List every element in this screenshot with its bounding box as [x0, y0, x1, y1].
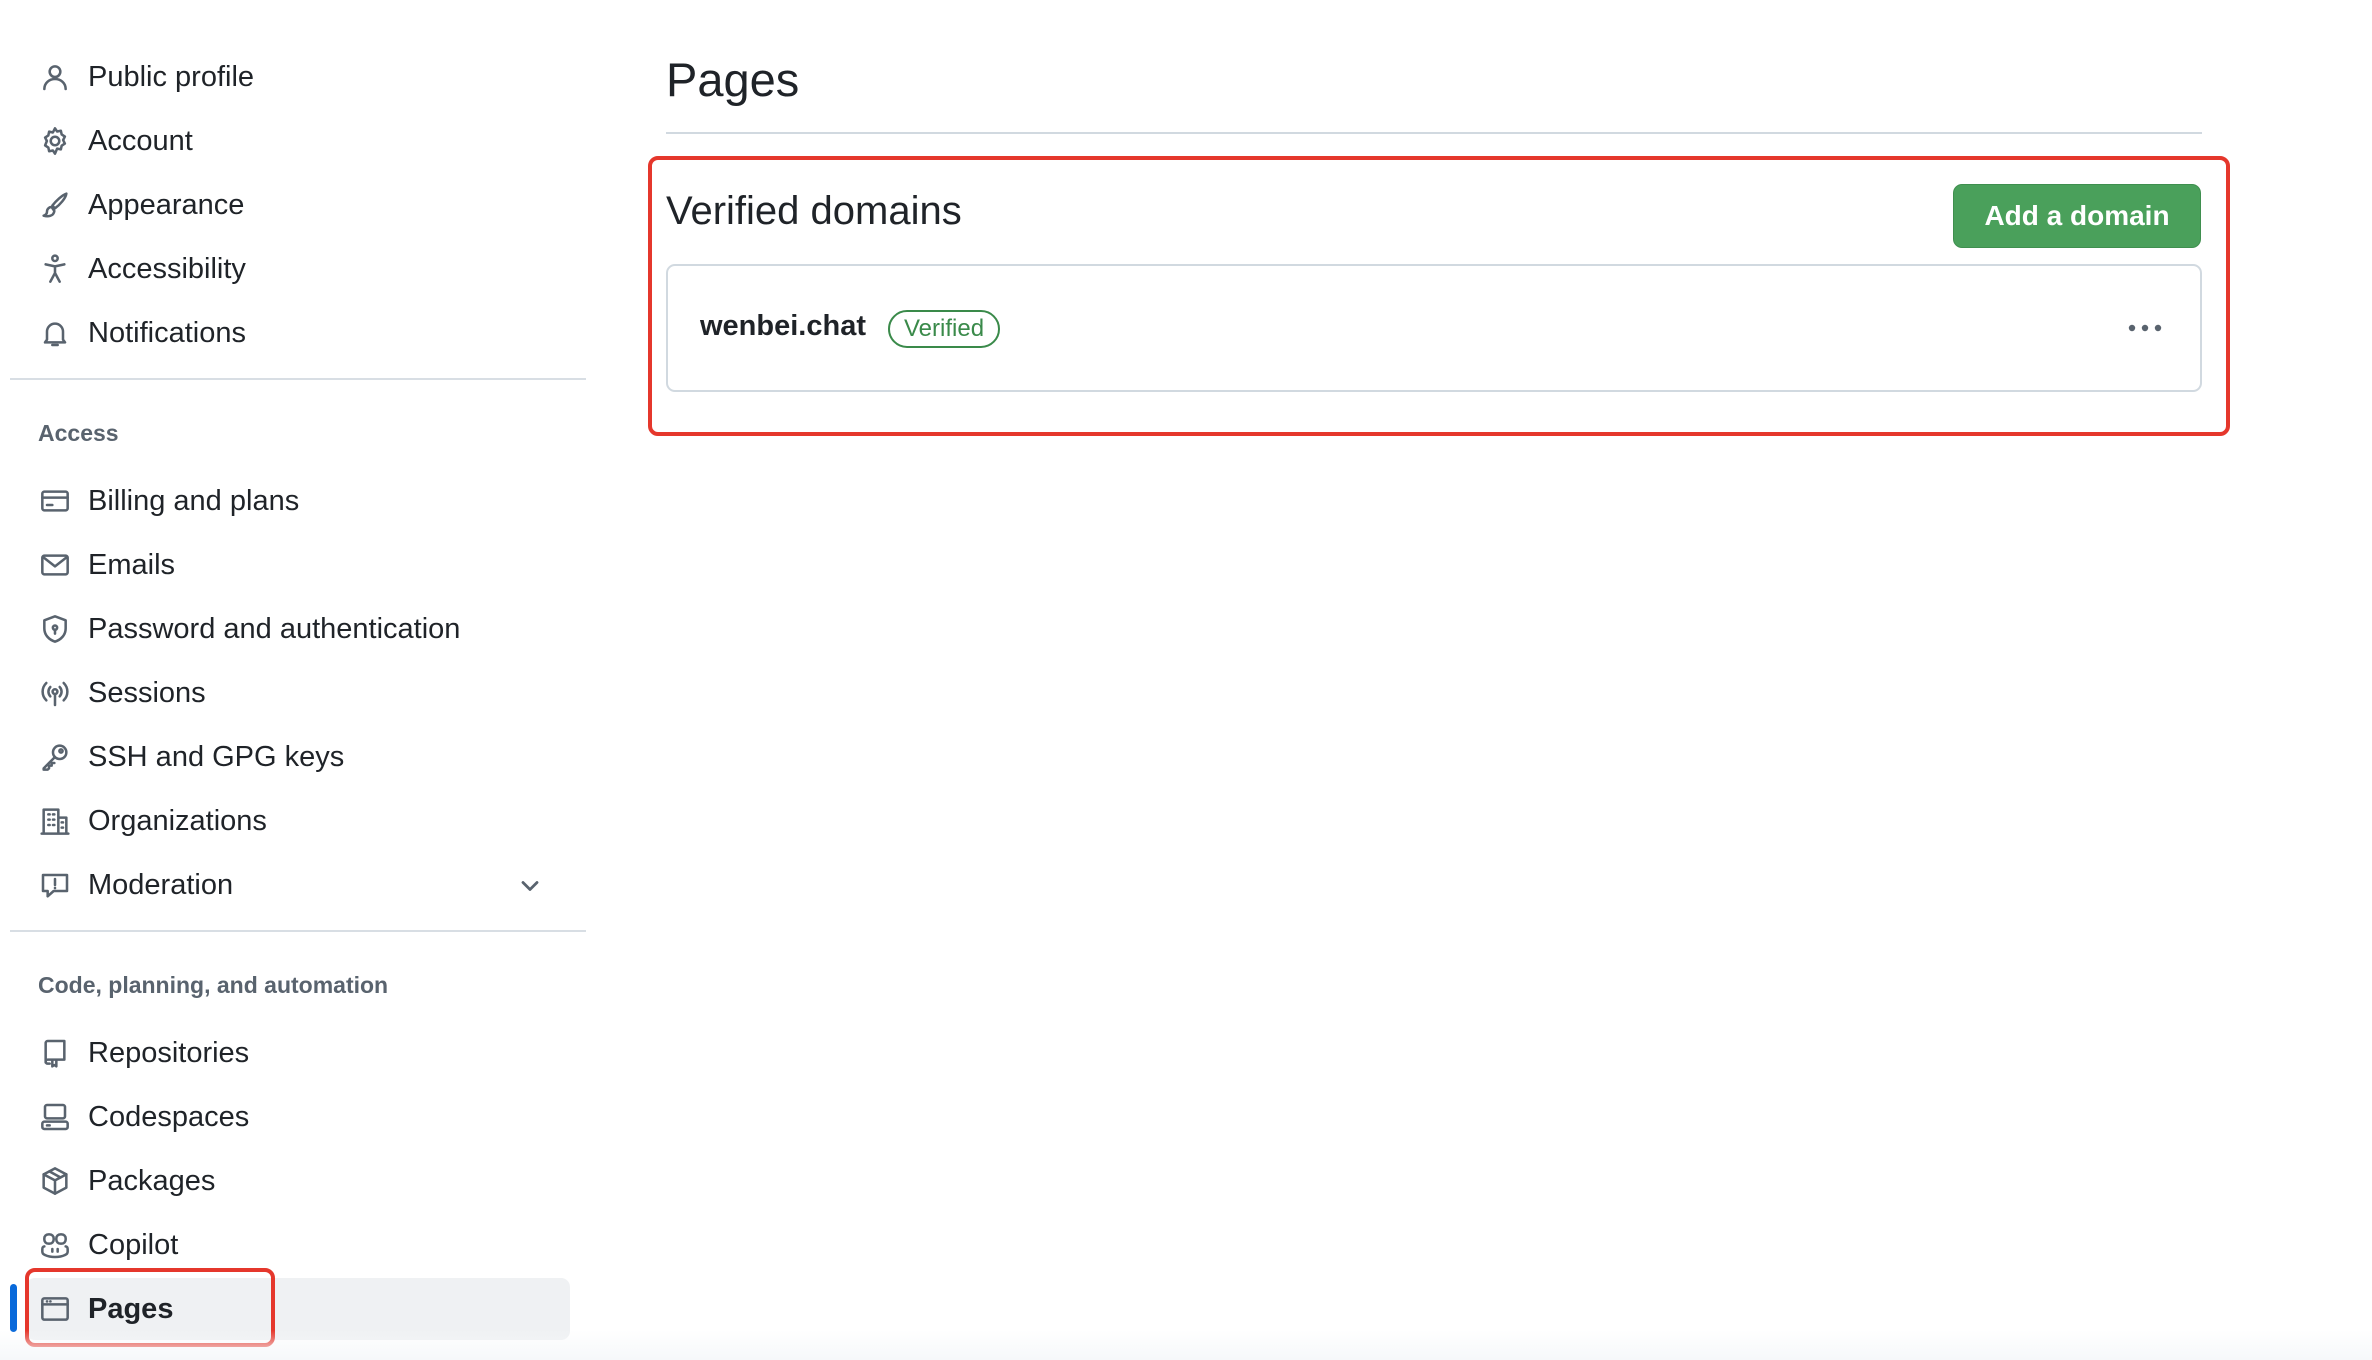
sidebar-item-emails[interactable]: Emails [26, 534, 570, 596]
sidebar-item-label: Emails [88, 548, 176, 581]
page-title: Pages [666, 53, 800, 106]
sidebar-item-notifications[interactable]: Notifications [26, 302, 570, 364]
codespaces-icon [38, 1100, 72, 1134]
repo-icon [38, 1036, 72, 1070]
sidebar-item-label: SSH and GPG keys [88, 740, 345, 773]
key-icon [38, 740, 72, 774]
sidebar-item-label: Password and authentication [88, 612, 461, 645]
sidebar-divider [10, 378, 586, 380]
sidebar-item-copilot[interactable]: Copilot [26, 1214, 570, 1276]
sidebar-item-label: Accessibility [88, 252, 246, 285]
settings-sidebar: Public profile Account Appearance Access… [0, 0, 590, 1360]
organization-icon [38, 804, 72, 838]
sidebar-item-billing[interactable]: Billing and plans [26, 470, 570, 532]
sidebar-item-password[interactable]: Password and authentication [26, 598, 570, 660]
sidebar-item-label: Codespaces [88, 1100, 250, 1133]
sidebar-item-label: Repositories [88, 1036, 250, 1069]
sidebar-divider [10, 930, 586, 932]
paintbrush-icon [38, 188, 72, 222]
sidebar-item-label: Appearance [88, 188, 245, 221]
report-icon [38, 868, 72, 902]
shield-lock-icon [38, 612, 72, 646]
person-icon [38, 60, 72, 94]
mail-icon [38, 548, 72, 582]
accessibility-icon [38, 252, 72, 286]
domain-name: wenbei.chat [700, 310, 866, 342]
sidebar-item-account[interactable]: Account [26, 110, 570, 172]
sidebar-item-moderation[interactable]: Moderation [26, 854, 570, 916]
package-icon [38, 1164, 72, 1198]
sidebar-item-label: Billing and plans [88, 484, 300, 517]
sidebar-item-repositories[interactable]: Repositories [26, 1022, 570, 1084]
sidebar-item-organizations[interactable]: Organizations [26, 790, 570, 852]
sidebar-item-codespaces[interactable]: Codespaces [26, 1086, 570, 1148]
gear-icon [38, 124, 72, 158]
credit-card-icon [38, 484, 72, 518]
add-domain-button[interactable]: Add a domain [1953, 184, 2201, 248]
domain-list: wenbei.chat Verified [666, 264, 2202, 392]
sidebar-item-label: Account [88, 124, 193, 157]
bottom-shadow [0, 1330, 2372, 1360]
status-badge: Verified [888, 310, 1001, 348]
kebab-horizontal-icon [2128, 324, 2162, 332]
sidebar-item-ssh-gpg-keys[interactable]: SSH and GPG keys [26, 726, 570, 788]
sidebar-item-label: Sessions [88, 676, 206, 709]
more-options-button[interactable] [2120, 308, 2170, 348]
sidebar-item-accessibility[interactable]: Accessibility [26, 238, 570, 300]
sidebar-item-label: Moderation [88, 868, 234, 901]
section-heading-access: Access [38, 420, 119, 446]
bell-icon [38, 316, 72, 350]
sidebar-item-label: Packages [88, 1164, 216, 1197]
title-divider [666, 132, 2202, 134]
section-title-verified-domains: Verified domains [666, 189, 962, 233]
section-heading-code-planning: Code, planning, and automation [38, 972, 389, 998]
copilot-icon [38, 1228, 72, 1262]
sidebar-item-label: Copilot [88, 1228, 179, 1261]
sidebar-item-packages[interactable]: Packages [26, 1150, 570, 1212]
chevron-down-icon[interactable] [516, 872, 544, 900]
broadcast-icon [38, 676, 72, 710]
sidebar-item-appearance[interactable]: Appearance [26, 174, 570, 236]
active-indicator [10, 1284, 17, 1332]
sidebar-item-label: Notifications [88, 316, 246, 349]
sidebar-item-sessions[interactable]: Sessions [26, 662, 570, 724]
sidebar-item-label: Organizations [88, 804, 267, 837]
sidebar-item-label: Public profile [88, 60, 255, 93]
sidebar-item-public-profile[interactable]: Public profile [26, 46, 570, 108]
